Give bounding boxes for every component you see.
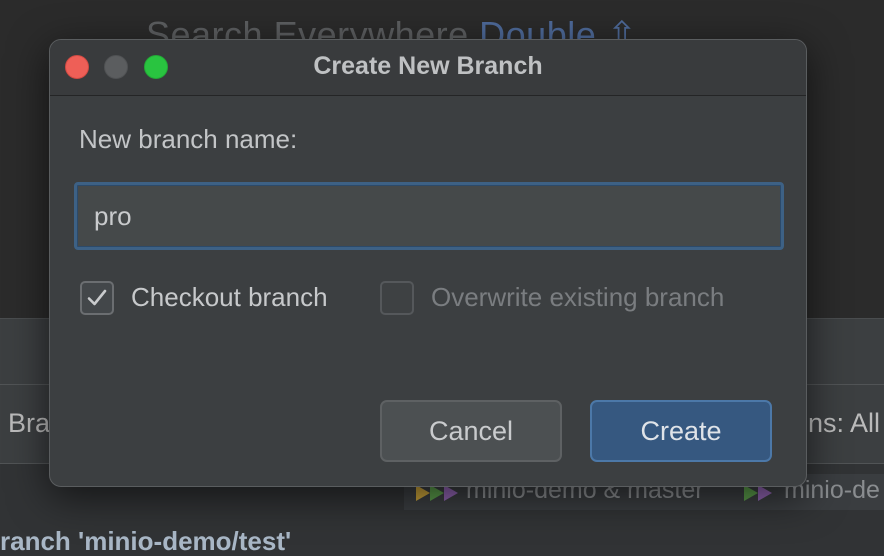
create-button[interactable]: Create (590, 400, 772, 462)
branch-filter[interactable]: Bra (8, 408, 50, 439)
dialog-title: Create New Branch (313, 52, 543, 80)
commit-message: ranch 'minio-demo/test' (0, 526, 292, 556)
checkout-branch-label[interactable]: Checkout branch (131, 282, 328, 313)
overwrite-branch-label[interactable]: Overwrite existing branch (431, 282, 724, 313)
create-branch-dialog: Create New Branch New branch name: Check… (49, 39, 807, 487)
paths-filter[interactable]: ns: All (808, 408, 880, 439)
branch-name-input[interactable] (74, 182, 784, 250)
dialog-titlebar[interactable]: Create New Branch (50, 40, 806, 96)
checkout-branch-checkbox[interactable] (80, 281, 114, 315)
branch-name-label: New branch name: (79, 124, 298, 154)
overwrite-branch-checkbox[interactable] (380, 281, 414, 315)
cancel-button[interactable]: Cancel (380, 400, 562, 462)
checkmark-icon (87, 289, 107, 306)
